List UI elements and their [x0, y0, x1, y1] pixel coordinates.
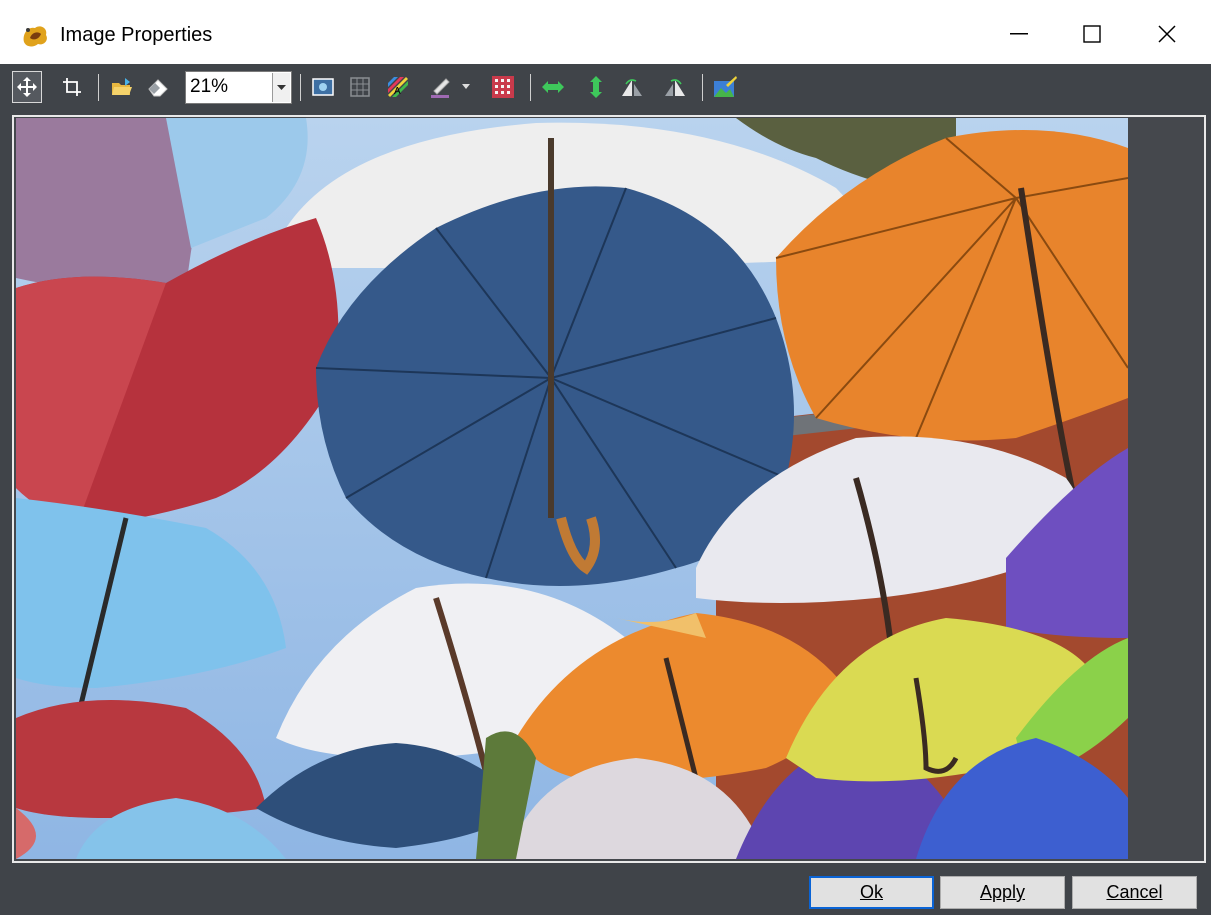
zoom-value[interactable]: 21% [190, 76, 228, 98]
grid-select-button[interactable] [345, 71, 375, 103]
eraser-button[interactable] [143, 71, 173, 103]
fit-screen-button[interactable] [308, 71, 338, 103]
rotate-left-button[interactable] [617, 71, 647, 103]
paint-splash-icon [23, 26, 47, 47]
cancel-button-label: Cancel [1106, 882, 1163, 902]
pattern-icon [492, 76, 514, 98]
image-adjust-button[interactable] [710, 71, 740, 103]
apply-button[interactable]: Apply [940, 876, 1065, 909]
flip-vertical-icon [590, 76, 602, 98]
chevron-down-icon [277, 84, 286, 90]
open-folder-icon [112, 78, 132, 95]
zoom-combobox[interactable]: 21% [185, 71, 292, 104]
ok-button-label: Ok [859, 882, 883, 902]
toolbar-separator [300, 74, 301, 101]
crop-icon [63, 78, 81, 96]
close-icon [1158, 25, 1176, 43]
chevron-down-icon [462, 84, 470, 89]
move-tool-button[interactable] [12, 71, 42, 103]
maximize-button[interactable] [1060, 8, 1124, 60]
pattern-button[interactable] [488, 71, 518, 103]
fit-screen-icon [312, 78, 334, 96]
rotate-right-button[interactable] [660, 71, 690, 103]
image-preview[interactable] [16, 118, 1128, 859]
brush-button[interactable] [425, 71, 455, 103]
toolbar: A [0, 64, 1211, 111]
brush-dropdown-button[interactable] [456, 71, 476, 103]
flip-vertical-button[interactable] [581, 71, 611, 103]
move-icon [17, 77, 37, 97]
toolbar-separator [530, 74, 531, 101]
image-adjust-icon [714, 76, 737, 97]
rotate-right-icon [665, 79, 685, 96]
svg-text:A: A [394, 86, 401, 97]
minimize-icon [1010, 33, 1028, 35]
crop-tool-button[interactable] [57, 71, 87, 103]
open-button[interactable] [107, 71, 137, 103]
eraser-icon [148, 79, 168, 97]
close-button[interactable] [1135, 8, 1199, 60]
zoom-dropdown-button[interactable] [272, 73, 290, 102]
colorful-umbrellas-photo [16, 118, 1128, 859]
color-balance-button[interactable]: A [383, 71, 413, 103]
toolbar-separator [702, 74, 703, 101]
ok-button[interactable]: Ok [809, 876, 934, 909]
minimize-button[interactable] [987, 8, 1051, 60]
flip-horizontal-button[interactable] [538, 71, 568, 103]
grid-select-icon [350, 77, 370, 97]
cancel-button[interactable]: Cancel [1072, 876, 1197, 909]
toolbar-separator [98, 74, 99, 101]
apply-button-label: Apply [979, 882, 1026, 902]
flip-horizontal-icon [542, 81, 564, 93]
viewport-empty-space [1128, 118, 1202, 859]
window-title: Image Properties [60, 24, 213, 46]
maximize-icon [1083, 25, 1101, 43]
color-balance-icon: A [388, 77, 408, 97]
rotate-left-icon [622, 79, 642, 96]
brush-icon [431, 78, 450, 98]
